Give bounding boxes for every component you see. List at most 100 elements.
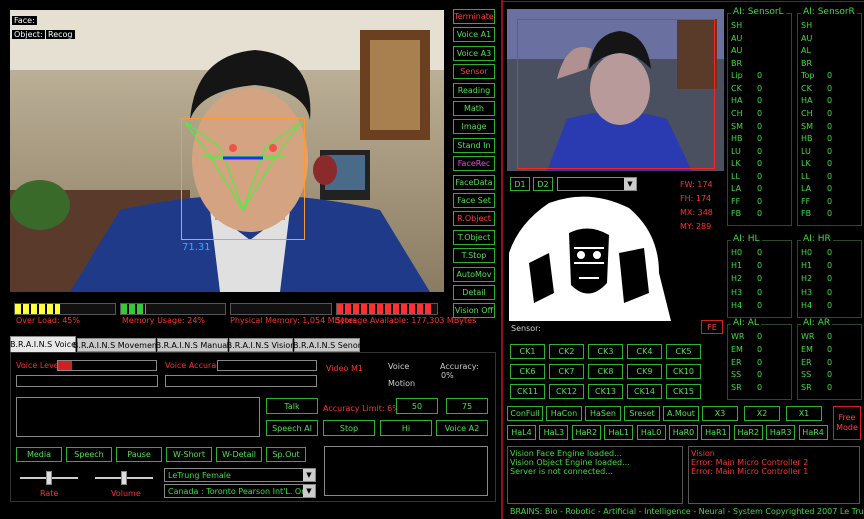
- stop-button[interactable]: Stop: [323, 420, 375, 436]
- voice-select[interactable]: LeTrung Female ▼: [164, 468, 316, 482]
- top-right-border: [503, 1, 864, 2]
- facedata-button[interactable]: FaceData: [453, 174, 495, 190]
- sreset-button[interactable]: Sreset: [624, 406, 660, 421]
- a-mout-button[interactable]: A.Mout: [663, 406, 699, 421]
- hal0-button-4[interactable]: HaL0: [636, 425, 666, 440]
- media-button[interactable]: Media: [16, 447, 62, 462]
- ck7-button[interactable]: CK7: [549, 364, 584, 379]
- w-detail-button[interactable]: W-Detail: [216, 447, 262, 462]
- confull-button[interactable]: ConFull: [507, 406, 543, 421]
- reading-button[interactable]: Reading: [453, 82, 495, 98]
- voice-a2-button[interactable]: Voice A2: [436, 420, 488, 436]
- d2-button[interactable]: D2: [533, 177, 553, 191]
- x1-button[interactable]: X1: [786, 406, 822, 421]
- chevron-down-icon[interactable]: ▼: [624, 178, 636, 190]
- sensor-value: 0: [757, 332, 763, 341]
- volume-slider[interactable]: [95, 469, 153, 485]
- talk-button[interactable]: Talk: [266, 398, 318, 414]
- voice-a1-button[interactable]: Voice A1: [453, 27, 495, 43]
- sensor-label-top: Top: [801, 71, 815, 81]
- voice-text-field[interactable]: [16, 375, 158, 387]
- seventy-five-button[interactable]: 75: [446, 398, 488, 414]
- chevron-down-icon[interactable]: ▼: [303, 485, 315, 497]
- ck4-button[interactable]: CK4: [627, 344, 662, 359]
- stat-fw: FW: 174: [680, 180, 713, 189]
- sensor-label-lu: LU: [731, 146, 741, 156]
- terminate-button[interactable]: Terminate: [453, 9, 495, 24]
- tab-b-r-a-i-n-s-manual[interactable]: B.R.A.I.N.S Manual: [156, 338, 229, 352]
- fifty-button[interactable]: 50: [396, 398, 438, 414]
- har0-button-5[interactable]: HaR0: [669, 425, 698, 440]
- ck12-button[interactable]: CK12: [549, 384, 584, 399]
- meter-storage: [336, 303, 438, 315]
- vision-select[interactable]: ▼: [557, 177, 637, 191]
- sensor-value: 0: [827, 121, 833, 131]
- voice-a3-button[interactable]: Voice A3: [453, 45, 495, 61]
- hal4-button-0[interactable]: HaL4: [507, 425, 536, 440]
- r-object-button[interactable]: R.Object: [453, 211, 495, 227]
- sensor-label-h2: H2: [801, 274, 813, 284]
- x2-button[interactable]: X2: [744, 406, 780, 421]
- hasen-button[interactable]: HaSen: [585, 406, 621, 421]
- stat-fh: FH: 174: [680, 194, 712, 203]
- har2-button-2[interactable]: HaR2: [571, 425, 601, 440]
- sp-out-button[interactable]: Sp.Out: [266, 447, 306, 462]
- pause-button[interactable]: Pause: [116, 447, 162, 462]
- sensor-label-h2: H2: [731, 274, 743, 284]
- har4-button-9[interactable]: HaR4: [798, 425, 828, 440]
- rate-slider[interactable]: [20, 469, 78, 485]
- sensor-button[interactable]: Sensor: [453, 64, 495, 80]
- face-set-button[interactable]: Face Set: [453, 193, 495, 208]
- meter-overload-label: Over Load: 45%: [16, 316, 80, 325]
- tab-b-r-a-i-n-s-movement[interactable]: B.R.A.I.N.S Movement: [73, 338, 160, 352]
- har1-button-6[interactable]: HaR1: [701, 425, 731, 440]
- ck15-button[interactable]: CK15: [666, 384, 701, 399]
- hacon-button[interactable]: HaCon: [546, 406, 582, 421]
- speech-button[interactable]: Speech: [66, 447, 112, 462]
- ck14-button[interactable]: CK14: [627, 384, 662, 399]
- har2-button-7[interactable]: HaR2: [733, 425, 763, 440]
- ck1-button[interactable]: CK1: [510, 344, 545, 359]
- hal3-button-1[interactable]: HaL3: [539, 425, 569, 440]
- t-stop-button[interactable]: T.Stop: [453, 248, 495, 264]
- t-object-button[interactable]: T.Object: [453, 229, 495, 245]
- sensor-label-h0: H0: [731, 248, 743, 257]
- math-button[interactable]: Math: [453, 101, 495, 116]
- fe-button[interactable]: FE: [701, 320, 723, 334]
- tab-b-r-a-i-n-s-senor[interactable]: B.R.A.I.N.S Senor: [293, 338, 361, 352]
- free-mode-label: Free Mode: [836, 413, 858, 432]
- log-line: Vision Object Engine loaded...: [510, 458, 630, 467]
- stand-in-button[interactable]: Stand In: [453, 137, 495, 153]
- tab-b-r-a-i-n-s-vision[interactable]: B.R.A.I.N.S Vision: [227, 338, 295, 352]
- ck3-button[interactable]: CK3: [588, 344, 623, 359]
- voice-transcript-area[interactable]: [16, 397, 260, 437]
- ck9-button[interactable]: CK9: [627, 364, 662, 379]
- d1-button[interactable]: D1: [510, 177, 530, 191]
- ck13-button[interactable]: CK13: [588, 384, 623, 399]
- automov-button[interactable]: AutoMov: [453, 266, 495, 282]
- x3-button[interactable]: X3: [702, 406, 738, 421]
- tab-b-r-a-i-n-s-voice[interactable]: B.R.A.I.N.S Voice: [10, 336, 76, 352]
- location-select[interactable]: Canada : Toronto Pearson Int'L. Ont. ▼: [164, 484, 316, 498]
- ck5-button[interactable]: CK5: [666, 344, 701, 359]
- sensor-label-ch: CH: [801, 108, 813, 118]
- ck2-button[interactable]: CK2: [549, 344, 584, 359]
- ck10-button[interactable]: CK10: [666, 364, 701, 379]
- w-short-button[interactable]: W-Short: [166, 447, 212, 462]
- voice-response-field[interactable]: [165, 375, 317, 387]
- chevron-down-icon[interactable]: ▼: [303, 469, 315, 481]
- free-mode-button[interactable]: Free Mode: [833, 406, 861, 440]
- facerec-button[interactable]: FaceRec: [453, 156, 495, 172]
- vision-off-button[interactable]: Vision Off: [453, 303, 495, 319]
- ck8-button[interactable]: CK8: [588, 364, 623, 379]
- hal1-button-3[interactable]: HaL1: [604, 425, 634, 440]
- sensor-label-hb: HB: [731, 134, 743, 144]
- ck11-button[interactable]: CK11: [510, 384, 545, 399]
- hi-button[interactable]: Hi: [380, 420, 432, 436]
- image-button[interactable]: Image: [453, 119, 495, 135]
- object-label: Object:: [12, 30, 45, 39]
- detail-button[interactable]: Detail: [453, 285, 495, 300]
- har3-button-8[interactable]: HaR3: [766, 425, 796, 440]
- ck6-button[interactable]: CK6: [510, 364, 545, 379]
- speech-ai-button[interactable]: Speech AI: [266, 420, 318, 436]
